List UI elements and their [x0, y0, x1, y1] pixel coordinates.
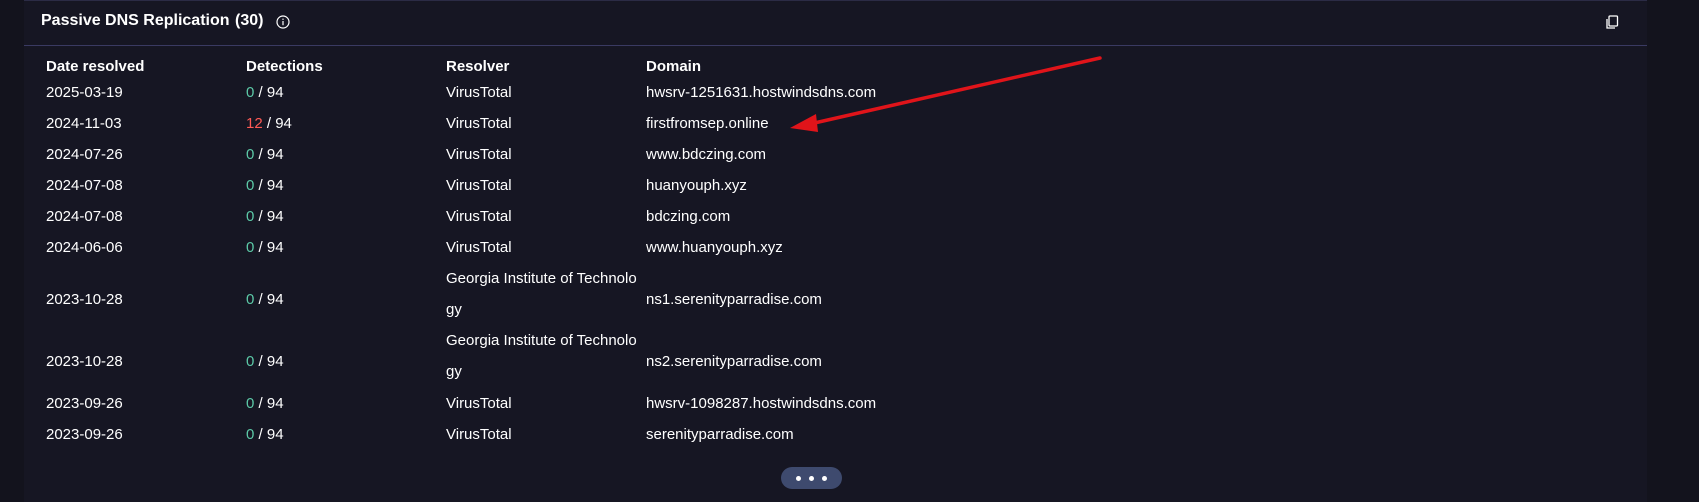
domain-link[interactable]: www.bdczing.com	[646, 145, 766, 165]
detections-total: / 94	[254, 208, 284, 225]
column-header-detections[interactable]: Detections	[246, 58, 323, 75]
detections-total: / 94	[254, 291, 284, 308]
domain-link[interactable]: hwsrv-1251631.hostwindsdns.com	[646, 83, 876, 103]
detections-total: / 94	[254, 395, 284, 412]
domain-link[interactable]: huanyouph.xyz	[646, 176, 747, 196]
domain-link[interactable]: ns2.serenityparradise.com	[646, 352, 822, 372]
ellipsis-icon-dot	[809, 475, 814, 481]
date-resolved-cell: 2024-07-08	[46, 208, 123, 225]
detections-cell: 0 / 94	[246, 83, 284, 103]
info-icon[interactable]	[276, 15, 290, 29]
column-header-domain[interactable]: Domain	[646, 58, 701, 75]
column-header-date[interactable]: Date resolved	[46, 58, 144, 75]
resolver-cell: Georgia Institute of Technology	[446, 332, 637, 380]
date-resolved-cell: 2023-09-26	[46, 426, 123, 443]
detections-cell: 0 / 94	[246, 425, 284, 445]
resolver-cell: VirusTotal	[446, 146, 512, 163]
date-resolved-cell: 2024-07-26	[46, 146, 123, 163]
panel-title: Passive DNS Replication	[41, 12, 230, 29]
detections-total: / 94	[254, 146, 284, 163]
panel-header: Passive DNS Replication (30)	[24, 1, 1647, 46]
detections-total: / 94	[254, 239, 284, 256]
detections-total: / 94	[254, 177, 284, 194]
ellipsis-icon-dot	[822, 475, 827, 481]
resolver-cell: VirusTotal	[446, 239, 512, 256]
result-count: (30)	[235, 12, 264, 29]
detections-cell: 12 / 94	[246, 114, 292, 134]
resolver-cell: VirusTotal	[446, 177, 512, 194]
date-resolved-cell: 2023-10-28	[46, 353, 123, 370]
date-resolved-cell: 2024-11-03	[46, 115, 122, 132]
domain-link[interactable]: ns1.serenityparradise.com	[646, 290, 822, 310]
date-resolved-cell: 2023-09-26	[46, 395, 123, 412]
detections-total: / 94	[262, 115, 292, 132]
resolver-cell: VirusTotal	[446, 426, 512, 443]
date-resolved-cell: 2025-03-19	[46, 84, 123, 101]
detections-cell: 0 / 94	[246, 352, 284, 372]
date-resolved-cell: 2023-10-28	[46, 291, 123, 308]
domain-link[interactable]: bdczing.com	[646, 207, 730, 227]
resolver-cell: Georgia Institute of Technology	[446, 270, 637, 318]
domain-link[interactable]: firstfromsep.online	[646, 114, 769, 134]
resolver-cell: VirusTotal	[446, 115, 512, 132]
column-header-resolver[interactable]: Resolver	[446, 58, 509, 75]
detections-total: / 94	[254, 426, 284, 443]
load-more-button[interactable]	[781, 467, 842, 489]
detections-total: / 94	[254, 353, 284, 370]
detections-cell: 0 / 94	[246, 145, 284, 165]
resolver-cell: VirusTotal	[446, 208, 512, 225]
detections-total: / 94	[254, 84, 284, 101]
copy-icon[interactable]	[1604, 14, 1620, 30]
resolver-cell: VirusTotal	[446, 395, 512, 412]
detections-cell: 0 / 94	[246, 176, 284, 196]
domain-link[interactable]: www.huanyouph.xyz	[646, 238, 783, 258]
detections-cell: 0 / 94	[246, 394, 284, 414]
domain-link[interactable]: serenityparradise.com	[646, 425, 794, 445]
date-resolved-cell: 2024-06-06	[46, 239, 123, 256]
detections-cell: 0 / 94	[246, 238, 284, 258]
domain-link[interactable]: hwsrv-1098287.hostwindsdns.com	[646, 394, 876, 414]
ellipsis-icon-dot	[796, 475, 801, 481]
detections-cell: 0 / 94	[246, 207, 284, 227]
detections-cell: 0 / 94	[246, 290, 284, 310]
date-resolved-cell: 2024-07-08	[46, 177, 123, 194]
resolver-cell: VirusTotal	[446, 84, 512, 101]
detections-count[interactable]: 12	[246, 115, 263, 132]
